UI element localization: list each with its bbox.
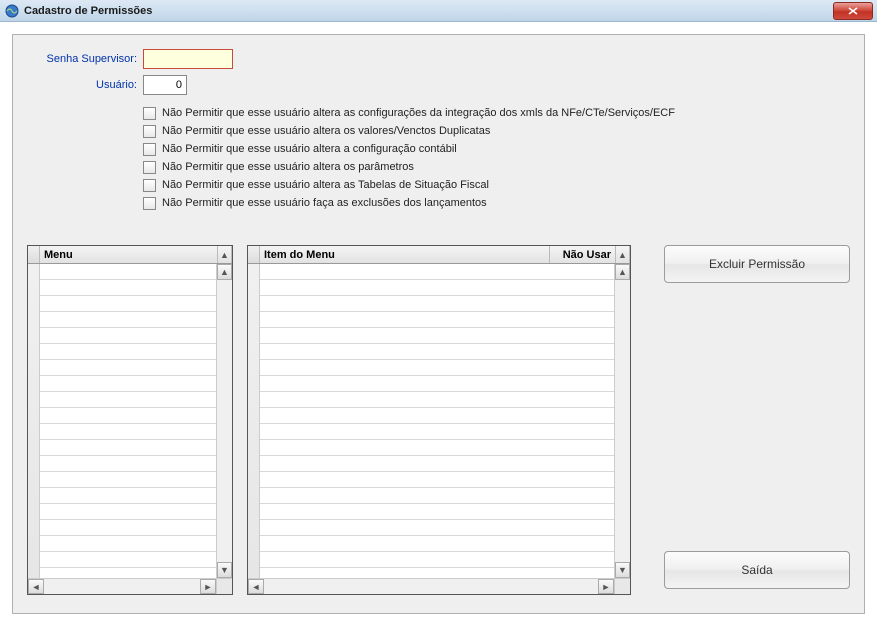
- scroll-left-icon[interactable]: ◄: [28, 579, 44, 594]
- naousar-col-header[interactable]: Não Usar: [550, 246, 616, 263]
- grid-corner: [28, 246, 40, 263]
- items-grid[interactable]: Item do Menu Não Usar ▲ ▲ ▼: [247, 245, 631, 595]
- checkbox-label: Não Permitir que esse usuário altera os …: [162, 123, 490, 139]
- supervisor-password-input[interactable]: [143, 49, 233, 69]
- checkbox-situacao-fiscal[interactable]: [143, 179, 156, 192]
- checkbox-duplicatas[interactable]: [143, 125, 156, 138]
- usuario-input[interactable]: [143, 75, 187, 95]
- checkbox-row: Não Permitir que esse usuário altera as …: [143, 105, 850, 121]
- app-icon: [4, 3, 20, 19]
- scroll-down-icon[interactable]: ▼: [217, 562, 232, 578]
- checkbox-label: Não Permitir que esse usuário altera as …: [162, 105, 675, 121]
- items-grid-header: Item do Menu Não Usar ▲: [248, 246, 630, 264]
- scroll-corner: [614, 578, 630, 594]
- checkbox-row: Não Permitir que esse usuário altera as …: [143, 177, 850, 193]
- main-panel: Senha Supervisor: Usuário: Não Permitir …: [12, 34, 865, 614]
- excluir-permissao-button[interactable]: Excluir Permissão: [664, 245, 850, 283]
- checkbox-label: Não Permitir que esse usuário altera a c…: [162, 141, 457, 157]
- checkbox-label: Não Permitir que esse usuário altera os …: [162, 159, 414, 175]
- saida-button[interactable]: Saída: [664, 551, 850, 589]
- checkbox-row: Não Permitir que esse usuário altera os …: [143, 159, 850, 175]
- scroll-left-icon[interactable]: ◄: [248, 579, 264, 594]
- menu-vscroll[interactable]: ▲ ▼: [216, 264, 232, 578]
- sort-up-icon[interactable]: ▲: [218, 246, 232, 263]
- checkbox-nfe[interactable]: [143, 107, 156, 120]
- checkbox-contabil[interactable]: [143, 143, 156, 156]
- item-col-header[interactable]: Item do Menu: [260, 246, 550, 263]
- items-grid-body[interactable]: [248, 264, 630, 580]
- checkbox-parametros[interactable]: [143, 161, 156, 174]
- checkbox-row: Não Permitir que esse usuário altera a c…: [143, 141, 850, 157]
- menu-grid-body[interactable]: [28, 264, 232, 580]
- checkbox-block: Não Permitir que esse usuário altera as …: [143, 105, 850, 211]
- menu-grid[interactable]: Menu ▲ ▲ ▼ ◄: [27, 245, 233, 595]
- supervisor-label: Senha Supervisor:: [27, 53, 137, 65]
- items-hscroll[interactable]: ◄ ►: [248, 578, 614, 594]
- checkbox-label: Não Permitir que esse usuário altera as …: [162, 177, 489, 193]
- window-title: Cadastro de Permissões: [24, 5, 152, 17]
- menu-col-header[interactable]: Menu: [40, 246, 218, 263]
- menu-grid-header: Menu ▲: [28, 246, 232, 264]
- close-button[interactable]: [833, 2, 873, 20]
- items-vscroll[interactable]: ▲ ▼: [614, 264, 630, 578]
- sort-up-icon[interactable]: ▲: [616, 246, 630, 263]
- usuario-label: Usuário:: [27, 79, 137, 91]
- scroll-up-icon[interactable]: ▲: [217, 264, 232, 280]
- scroll-right-icon[interactable]: ►: [598, 579, 614, 594]
- checkbox-row: Não Permitir que esse usuário altera os …: [143, 123, 850, 139]
- grid-corner: [248, 246, 260, 263]
- checkbox-row: Não Permitir que esse usuário faça as ex…: [143, 195, 850, 211]
- checkbox-exclusoes[interactable]: [143, 197, 156, 210]
- menu-hscroll[interactable]: ◄ ►: [28, 578, 216, 594]
- title-bar: Cadastro de Permissões: [0, 0, 877, 22]
- scroll-corner: [216, 578, 232, 594]
- scroll-down-icon[interactable]: ▼: [615, 562, 630, 578]
- scroll-up-icon[interactable]: ▲: [615, 264, 630, 280]
- checkbox-label: Não Permitir que esse usuário faça as ex…: [162, 195, 487, 211]
- close-icon: [848, 7, 858, 15]
- scroll-right-icon[interactable]: ►: [200, 579, 216, 594]
